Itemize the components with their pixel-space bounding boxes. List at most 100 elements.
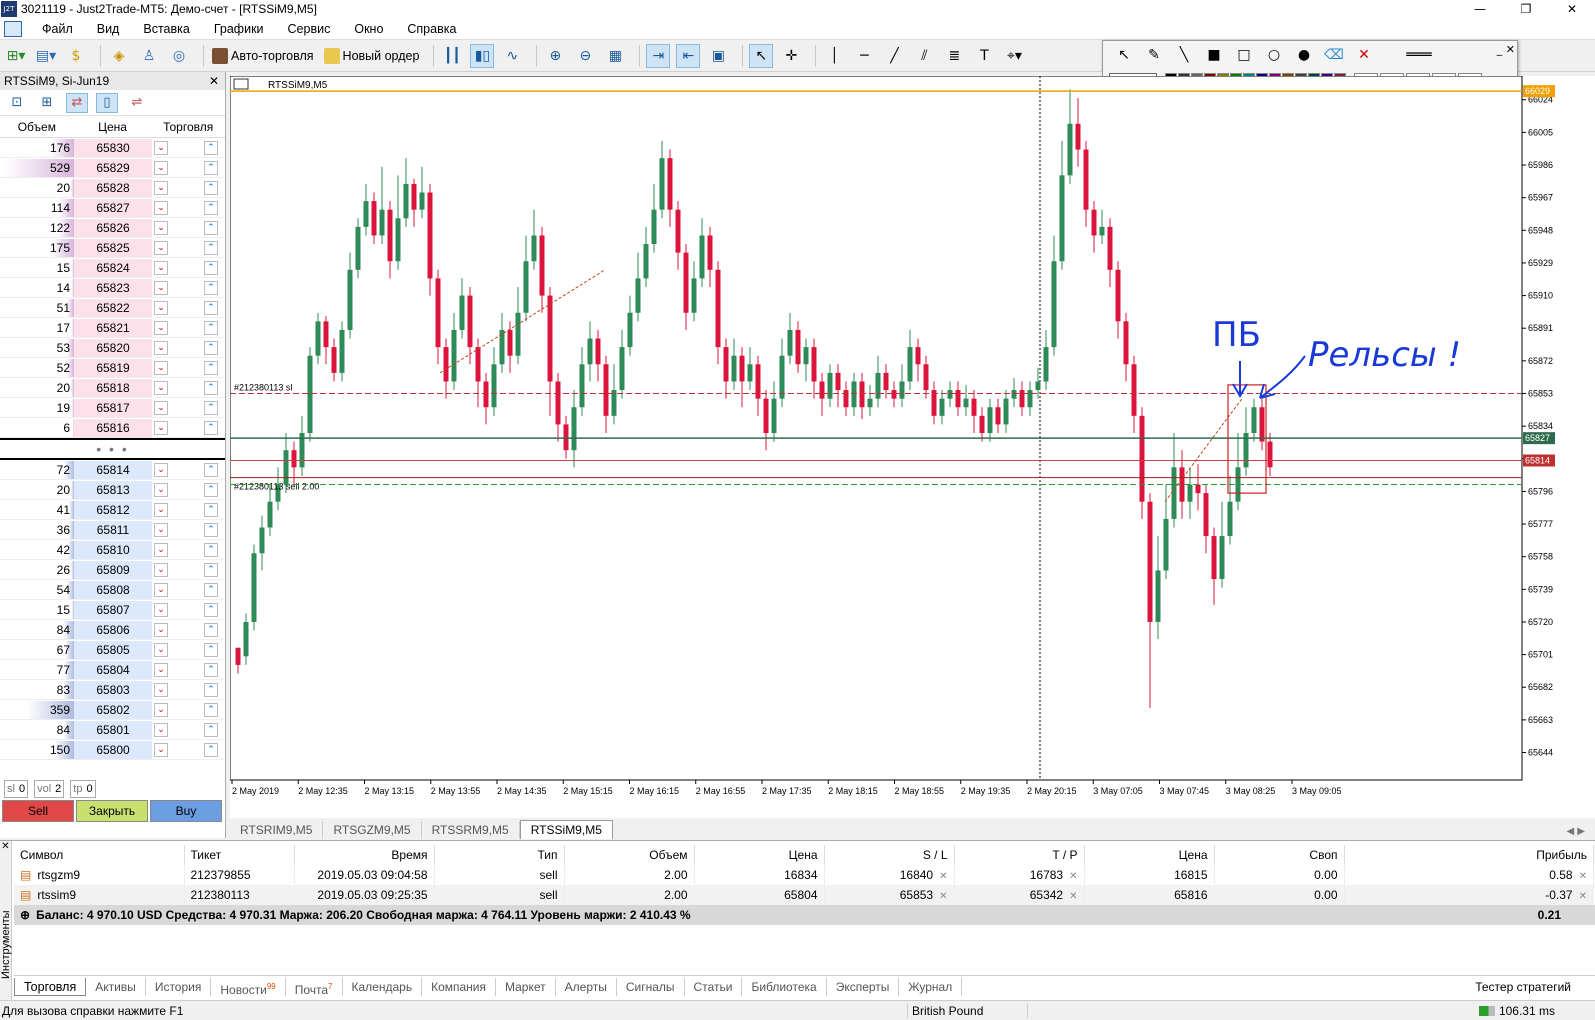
zoom-in-icon[interactable]: ⊕ <box>543 44 567 68</box>
fibonacci-icon[interactable]: ≣ <box>942 44 966 68</box>
sell-limit-icon[interactable]: ⌄ <box>154 682 168 697</box>
bar-chart-icon[interactable]: ┃┃ <box>440 44 464 68</box>
position-sl[interactable]: 65853 ✕ <box>824 885 955 905</box>
buy-limit-icon[interactable]: ⌃ <box>204 280 218 295</box>
col-current-price[interactable]: Цена <box>1084 845 1215 865</box>
sell-limit-icon[interactable]: ⌄ <box>154 722 168 737</box>
terminal-tab[interactable]: Сигналы <box>617 977 685 996</box>
eraser-icon[interactable]: ⌫ <box>1319 47 1349 63</box>
ask-level-row[interactable]: 6 65816 ⌄ ⌃ <box>0 418 225 438</box>
vertical-line-icon[interactable]: │ <box>822 44 846 68</box>
terminal-tab[interactable]: Маркет <box>496 977 556 996</box>
chart-tab-rtsrim9[interactable]: RTSRIM9,M5 <box>230 821 324 839</box>
tile-windows-icon[interactable]: ▦ <box>603 44 627 68</box>
position-sl[interactable]: 16840 ✕ <box>824 865 955 885</box>
dom-settings-icon[interactable]: ⇌ <box>126 93 148 113</box>
buy-limit-icon[interactable]: ⌃ <box>204 380 218 395</box>
buy-limit-icon[interactable]: ⌃ <box>204 400 218 415</box>
sell-button[interactable]: Sell <box>2 800 74 822</box>
buy-limit-icon[interactable]: ⌃ <box>204 300 218 315</box>
sell-limit-icon[interactable]: ⌄ <box>154 642 168 657</box>
filled-ellipse-icon[interactable]: ● <box>1289 47 1319 63</box>
new-chart-icon[interactable]: ⊞▾ <box>4 44 28 68</box>
position-profit[interactable]: 0.58 ✕ <box>1344 865 1594 885</box>
bid-level-row[interactable]: 26 65809 ⌄ ⌃ <box>0 560 225 580</box>
sell-limit-icon[interactable]: ⌄ <box>154 260 168 275</box>
ask-level-row[interactable]: 20 65818 ⌄ ⌃ <box>0 378 225 398</box>
ask-level-row[interactable]: 114 65827 ⌄ ⌃ <box>0 198 225 218</box>
sell-limit-icon[interactable]: ⌄ <box>154 742 168 757</box>
position-row[interactable]: ▤ rtsgzm9 212379855 2019.05.03 09:04:58 s… <box>14 865 1594 885</box>
drawing-panel-controls-icon[interactable]: _ ✕ <box>1497 43 1515 56</box>
sell-limit-icon[interactable]: ⌄ <box>154 400 168 415</box>
buy-limit-icon[interactable]: ⌃ <box>204 642 218 657</box>
terminal-tab[interactable]: Библиотека <box>742 977 827 996</box>
bid-level-row[interactable]: 20 65813 ⌄ ⌃ <box>0 480 225 500</box>
ask-level-row[interactable]: 14 65823 ⌄ ⌃ <box>0 278 225 298</box>
close-position-icon[interactable]: ✕ <box>1579 891 1587 902</box>
ask-level-row[interactable]: 529 65829 ⌄ ⌃ <box>0 158 225 178</box>
sell-limit-icon[interactable]: ⌄ <box>154 502 168 517</box>
sell-limit-icon[interactable]: ⌄ <box>154 662 168 677</box>
sell-limit-icon[interactable]: ⌄ <box>154 340 168 355</box>
col-ticket[interactable]: Тикет <box>184 845 295 865</box>
chart-area[interactable]: RTSSiM9,M5 #212380113 sl #212380113 sell … <box>230 76 1595 818</box>
terminal-tab[interactable]: Журнал <box>899 977 963 996</box>
crosshair-icon[interactable]: ✛ <box>779 44 803 68</box>
buy-button[interactable]: Buy <box>150 800 222 822</box>
buy-limit-icon[interactable]: ⌃ <box>204 240 218 255</box>
menu-charts[interactable]: Графики <box>202 22 276 36</box>
buy-limit-icon[interactable]: ⌃ <box>204 582 218 597</box>
indicators-icon[interactable]: ▣ <box>706 44 730 68</box>
data-window-icon[interactable]: ◈ <box>107 44 131 68</box>
ask-level-row[interactable]: 122 65826 ⌄ ⌃ <box>0 218 225 238</box>
ask-level-row[interactable]: 15 65824 ⌄ ⌃ <box>0 258 225 278</box>
expand-icon[interactable]: ⊕ <box>20 908 30 922</box>
line-style-icon[interactable]: ═══ <box>1379 47 1459 63</box>
sell-limit-icon[interactable]: ⌄ <box>154 542 168 557</box>
buy-limit-icon[interactable]: ⌃ <box>204 140 218 155</box>
new-order-button[interactable]: Новый ордер <box>322 44 422 68</box>
channel-icon[interactable]: ⫽ <box>912 44 936 68</box>
shapes-icon[interactable]: ⌖▾ <box>1002 44 1026 68</box>
sell-limit-icon[interactable]: ⌄ <box>154 220 168 235</box>
chart-tab-rtssim9[interactable]: RTSSiM9,M5 <box>519 820 613 839</box>
toolbox-close-icon[interactable]: ✕ <box>0 841 11 852</box>
menu-view[interactable]: Вид <box>85 22 132 36</box>
sell-limit-icon[interactable]: ⌄ <box>154 280 168 295</box>
col-tp[interactable]: T / P <box>954 845 1085 865</box>
col-volume[interactable]: Объем <box>564 845 695 865</box>
terminal-tab[interactable]: Алерты <box>556 977 617 996</box>
buy-limit-icon[interactable]: ⌃ <box>204 420 218 435</box>
ask-level-row[interactable]: 51 65822 ⌄ ⌃ <box>0 298 225 318</box>
menu-tools[interactable]: Сервис <box>276 22 343 36</box>
sell-limit-icon[interactable]: ⌄ <box>154 562 168 577</box>
text-icon[interactable]: T <box>972 44 996 68</box>
dom-ticks-icon[interactable]: ⊞ <box>36 93 58 113</box>
buy-limit-icon[interactable]: ⌃ <box>204 360 218 375</box>
tab-scroll-icon[interactable]: ◀ ▶ <box>1556 824 1595 839</box>
ask-level-row[interactable]: 17 65821 ⌄ ⌃ <box>0 318 225 338</box>
sell-limit-icon[interactable]: ⌄ <box>154 240 168 255</box>
buy-limit-icon[interactable]: ⌃ <box>204 160 218 175</box>
sell-limit-icon[interactable]: ⌄ <box>154 360 168 375</box>
chart-shift-icon[interactable]: ⇤ <box>676 43 701 68</box>
sell-limit-icon[interactable]: ⌄ <box>154 522 168 537</box>
menu-window[interactable]: Окно <box>342 22 395 36</box>
bid-level-row[interactable]: 67 65805 ⌄ ⌃ <box>0 640 225 660</box>
bid-level-row[interactable]: 36 65811 ⌄ ⌃ <box>0 520 225 540</box>
dom-levels-icon[interactable]: ▯ <box>96 92 118 113</box>
sell-limit-icon[interactable]: ⌄ <box>154 622 168 637</box>
sell-limit-icon[interactable]: ⌄ <box>154 462 168 477</box>
bid-level-row[interactable]: 42 65810 ⌄ ⌃ <box>0 540 225 560</box>
sell-limit-icon[interactable]: ⌄ <box>154 380 168 395</box>
status-connection[interactable]: 106.31 ms <box>1478 1004 1595 1018</box>
buy-limit-icon[interactable]: ⌃ <box>204 542 218 557</box>
remove-tp-icon[interactable]: ✕ <box>1069 891 1077 902</box>
sell-limit-icon[interactable]: ⌄ <box>154 482 168 497</box>
menu-insert[interactable]: Вставка <box>131 22 201 36</box>
col-time[interactable]: Время <box>294 845 435 865</box>
signals-icon[interactable]: ◎ <box>167 44 191 68</box>
bid-level-row[interactable]: 83 65803 ⌄ ⌃ <box>0 680 225 700</box>
sell-limit-icon[interactable]: ⌄ <box>154 602 168 617</box>
